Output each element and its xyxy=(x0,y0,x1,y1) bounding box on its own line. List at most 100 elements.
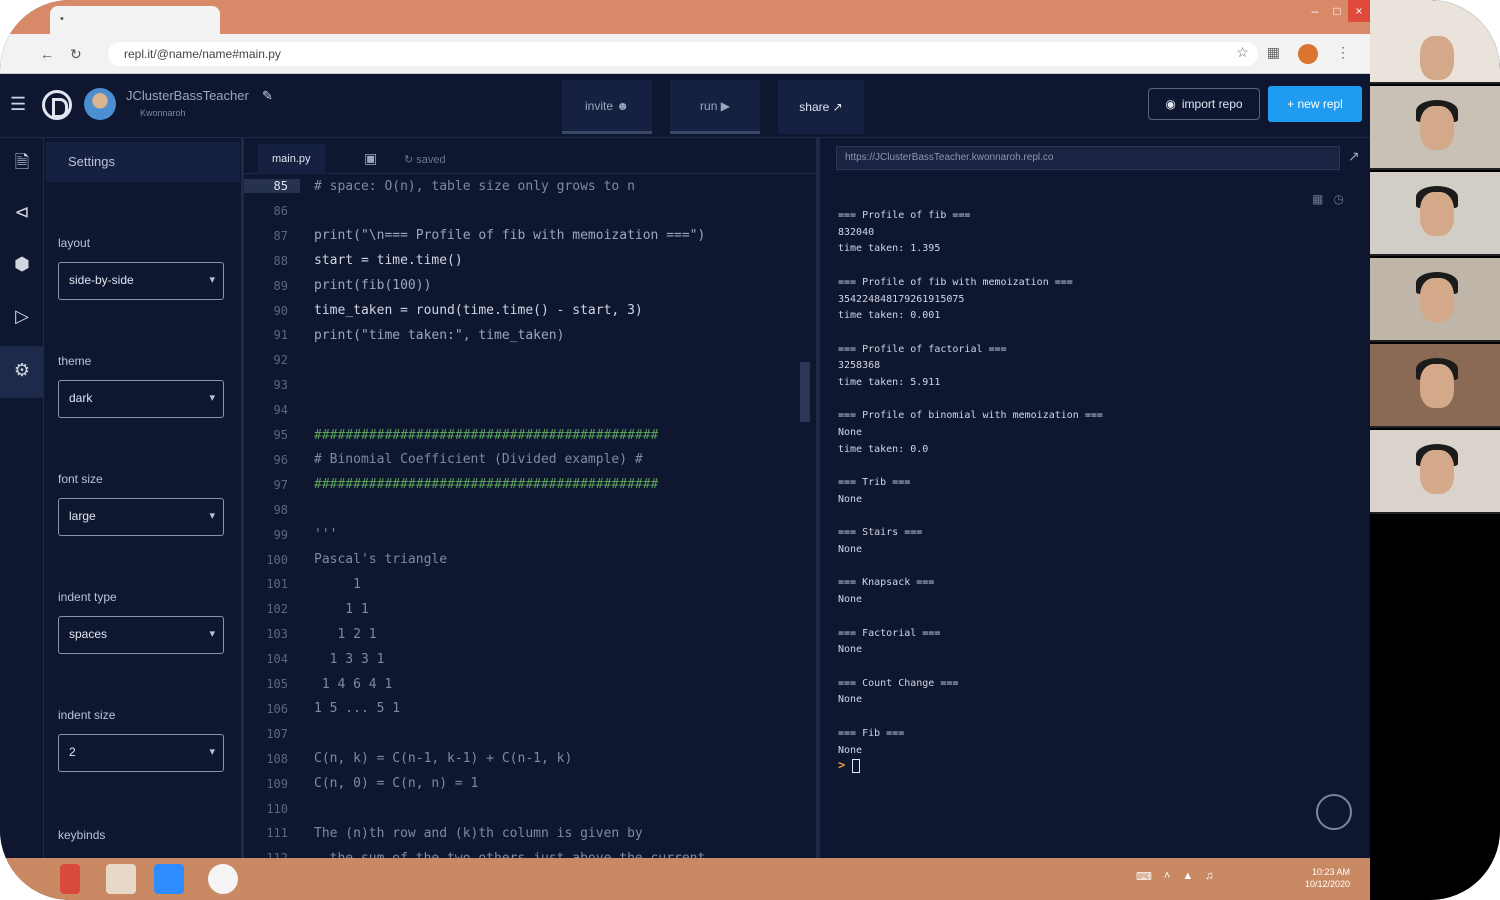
code-line[interactable]: 91 print("time taken:", time_taken) xyxy=(244,323,804,347)
code-line[interactable]: 108 C(n, k) = C(n-1, k-1) + C(n-1, k) xyxy=(244,747,804,771)
new-repl-button[interactable]: + new repl xyxy=(1268,86,1362,122)
indent-type-select[interactable]: spaces xyxy=(58,616,224,654)
code-line[interactable]: 85 # space: O(n), table size only grows t… xyxy=(244,174,804,198)
font-size-value: large xyxy=(69,509,96,523)
code-line[interactable]: 95 ######################################… xyxy=(244,423,804,447)
minimize-icon[interactable]: – xyxy=(1304,0,1326,22)
code-line[interactable]: 107 xyxy=(244,722,804,746)
code-line[interactable]: 93 xyxy=(244,373,804,397)
video-tile[interactable] xyxy=(1370,344,1500,428)
run-button[interactable]: run ▶ xyxy=(670,80,760,134)
start-icon[interactable] xyxy=(60,864,80,894)
code-text: ########################################… xyxy=(314,477,659,493)
editor-scrollbar[interactable] xyxy=(800,362,810,422)
settings-gear-icon[interactable]: ⚙ xyxy=(0,346,44,398)
play-icon: ▶ xyxy=(720,98,730,113)
reload-icon[interactable]: ↻ xyxy=(70,46,82,63)
code-text: # Binomial Coefficient (Divided example)… xyxy=(314,452,643,468)
code-text: print("time taken:", time_taken) xyxy=(314,327,565,343)
tab-main-py[interactable]: main.py xyxy=(258,144,325,174)
packages-icon[interactable]: ⬢ xyxy=(8,254,36,282)
console-clear-icon[interactable]: ▦ xyxy=(1312,192,1323,206)
code-line[interactable]: 102 1 1 xyxy=(244,597,804,621)
code-line[interactable]: 88 start = time.time() xyxy=(244,249,804,273)
close-icon[interactable]: × xyxy=(1348,0,1370,22)
webview-url[interactable]: https://JClusterBassTeacher.kwonnaroh.re… xyxy=(836,146,1340,170)
back-icon[interactable]: ← xyxy=(40,46,54,63)
menu-icon[interactable]: ⋮ xyxy=(1336,44,1350,64)
theme-select[interactable]: dark xyxy=(58,380,224,418)
indent-type-label: indent type xyxy=(58,590,117,604)
chrome-browser-icon[interactable] xyxy=(208,864,238,894)
github-icon: ◉ xyxy=(1165,97,1176,111)
line-number: 109 xyxy=(266,776,288,791)
code-line[interactable]: 105 1 4 6 4 1 xyxy=(244,672,804,696)
replit-logo-icon[interactable] xyxy=(42,90,72,120)
code-line[interactable]: 94 xyxy=(244,398,804,422)
video-tile[interactable] xyxy=(1370,86,1500,170)
code-line[interactable]: 109 C(n, 0) = C(n, n) = 1 xyxy=(244,772,804,796)
code-line[interactable]: 90 time_taken = round(time.time() - start… xyxy=(244,299,804,323)
maximize-icon[interactable]: □ xyxy=(1326,0,1348,22)
network-icon[interactable]: ▲ xyxy=(1182,870,1193,883)
code-line[interactable]: 96 # Binomial Coefficient (Divided exampl… xyxy=(244,448,804,472)
code-line[interactable]: 111 The (n)th row and (k)th column is giv… xyxy=(244,821,804,845)
repl-owner[interactable]: Kwonnaroh xyxy=(140,108,186,118)
invite-button[interactable]: invite ☻ xyxy=(562,80,652,134)
code-line[interactable]: 103 1 2 1 xyxy=(244,622,804,646)
video-tile[interactable] xyxy=(1370,172,1500,256)
code-line[interactable]: 92 xyxy=(244,348,804,372)
video-tile[interactable] xyxy=(1370,430,1500,514)
chevron-up-icon[interactable]: ˄ xyxy=(1164,870,1170,883)
code-line[interactable]: 100 Pascal's triangle xyxy=(244,548,804,572)
layout-label: layout xyxy=(58,236,91,250)
repl-avatar[interactable] xyxy=(84,88,116,120)
code-line[interactable]: 99 ''' xyxy=(244,523,804,547)
layout-select[interactable]: side-by-side xyxy=(58,262,224,300)
open-in-new-tab-icon[interactable]: ↗ xyxy=(1348,148,1360,165)
file-tree-icon[interactable]: ▣ xyxy=(356,144,385,174)
line-number: 97 xyxy=(273,477,288,492)
debugger-icon[interactable]: ▷ xyxy=(8,306,36,334)
edit-pencil-icon[interactable]: ✎ xyxy=(262,88,273,104)
code-area[interactable]: 85 # space: O(n), table size only grows t… xyxy=(244,174,804,858)
clock[interactable]: 10:23 AM 10/12/2020 xyxy=(1305,866,1350,890)
zoom-app-icon[interactable] xyxy=(154,864,184,894)
extension-icon[interactable]: ▦ xyxy=(1267,44,1280,64)
volume-icon[interactable]: ♫ xyxy=(1205,870,1213,883)
keyboard-icon[interactable]: ⌨ xyxy=(1136,870,1152,883)
profile-avatar[interactable] xyxy=(1298,44,1318,64)
repl-name[interactable]: JClusterBassTeacher xyxy=(126,88,249,103)
console-prompt[interactable]: > xyxy=(838,758,861,773)
indent-size-value: 2 xyxy=(69,745,76,759)
settings-title: Settings xyxy=(46,142,240,182)
video-tile[interactable] xyxy=(1370,0,1500,84)
code-line[interactable]: 98 xyxy=(244,498,804,522)
share-nodes-icon[interactable]: ⊲ xyxy=(8,202,36,230)
code-line[interactable]: 86 xyxy=(244,199,804,223)
import-repo-button[interactable]: ◉ import repo xyxy=(1148,88,1260,120)
video-tile[interactable] xyxy=(1370,258,1500,342)
code-line[interactable]: 97 ######################################… xyxy=(244,473,804,497)
console-history-icon[interactable]: ◷ xyxy=(1333,192,1343,206)
code-text: C(n, k) = C(n-1, k-1) + C(n-1, k) xyxy=(314,751,573,767)
hamburger-menu-icon[interactable]: ☰ xyxy=(10,94,26,115)
code-line[interactable]: 112 the sum of the two others just above… xyxy=(244,846,804,858)
files-icon[interactable]: 🗎 xyxy=(8,150,36,178)
settings-panel: Settings layout side-by-side theme dark … xyxy=(44,138,244,858)
star-icon[interactable]: ☆ xyxy=(1236,44,1249,64)
code-text: # space: O(n), table size only grows to … xyxy=(314,178,635,194)
code-line[interactable]: 106 1 5 ... 5 1 xyxy=(244,697,804,721)
font-size-select[interactable]: large xyxy=(58,498,224,536)
code-line[interactable]: 87 print("\n=== Profile of fib with memoi… xyxy=(244,224,804,248)
address-bar[interactable]: repl.it/@name/name#main.py xyxy=(108,42,1258,66)
browser-tab[interactable]: • xyxy=(50,6,220,34)
share-button[interactable]: share ↗ xyxy=(778,80,864,134)
code-text: ''' xyxy=(314,527,338,543)
code-line[interactable]: 101 1 xyxy=(244,572,804,596)
code-line[interactable]: 110 xyxy=(244,797,804,821)
file-explorer-icon[interactable] xyxy=(106,864,136,894)
code-line[interactable]: 104 1 3 3 1 xyxy=(244,647,804,671)
code-line[interactable]: 89 print(fib(100)) xyxy=(244,274,804,298)
indent-size-select[interactable]: 2 xyxy=(58,734,224,772)
